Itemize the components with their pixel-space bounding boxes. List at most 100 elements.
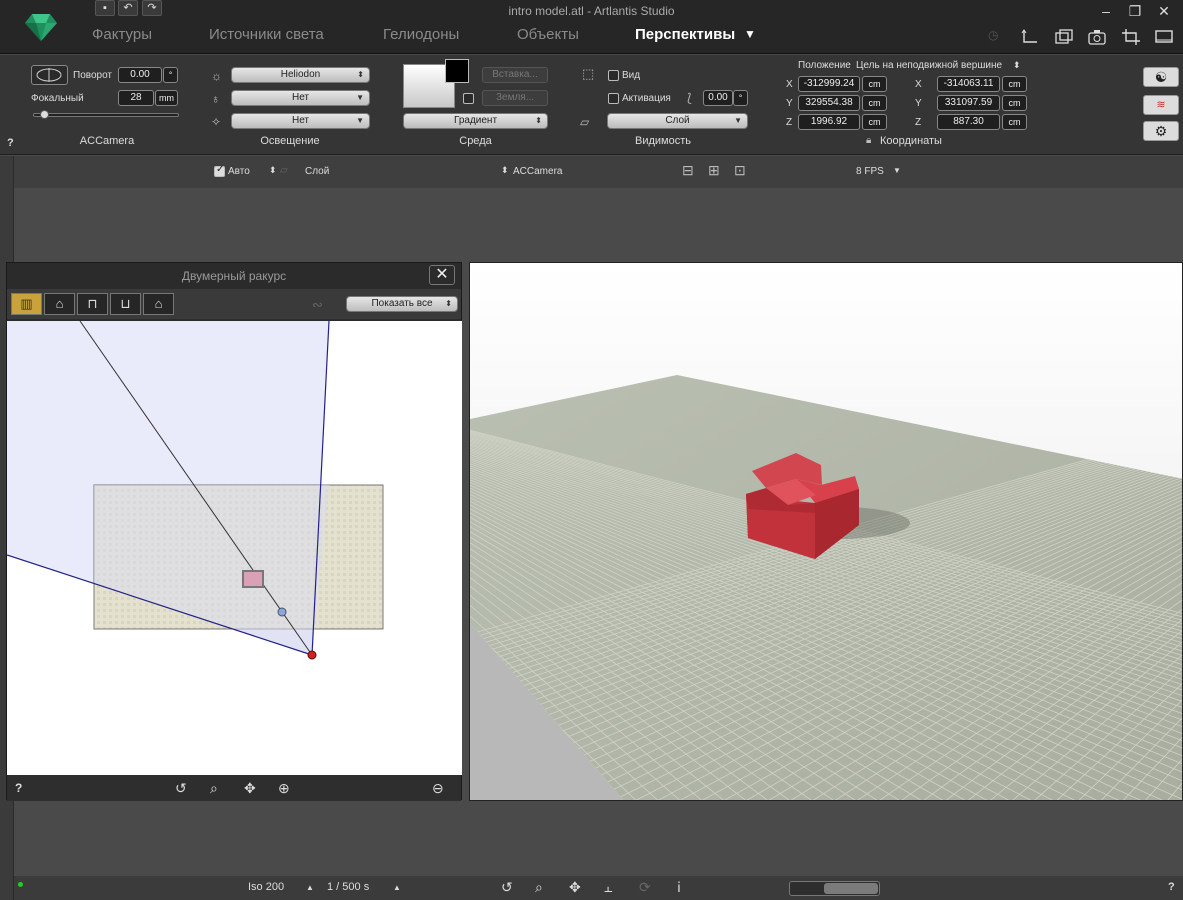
help-icon[interactable]: ?: [15, 781, 22, 795]
rotation-field[interactable]: 0.00: [118, 67, 162, 83]
shutter-value[interactable]: 1 / 500 s: [327, 881, 369, 893]
minimize-icon[interactable]: –: [1097, 2, 1115, 20]
progress-slider-thumb[interactable]: [824, 883, 878, 894]
armchair-marker[interactable]: [242, 570, 264, 588]
rendered-scene: [470, 263, 1182, 800]
color-palette-icon[interactable]: ≋: [1143, 95, 1179, 115]
pan-icon[interactable]: ✥: [244, 780, 256, 797]
axis-x-label: X: [915, 79, 922, 90]
show-all-dropdown[interactable]: Показать все ⬍: [346, 296, 458, 312]
axis-icon[interactable]: [1020, 28, 1040, 46]
layer-dropdown[interactable]: Слой ▼: [607, 113, 748, 129]
ground-button[interactable]: Земля...: [482, 90, 548, 106]
maximize-icon[interactable]: ❐: [1126, 2, 1144, 20]
target-x-field[interactable]: -314063.11: [937, 76, 1000, 92]
rotate-icon[interactable]: ↺: [501, 879, 513, 896]
pan-icon[interactable]: ✥: [569, 879, 581, 896]
close-icon[interactable]: ✕: [429, 265, 455, 285]
help-icon[interactable]: ?: [1168, 881, 1175, 893]
updown-icon: ⬍: [445, 299, 452, 308]
info-icon[interactable]: ⅰ: [677, 879, 681, 896]
gear-icon[interactable]: ⚙: [1143, 121, 1179, 141]
status-bar: Iso 200 ▲ 1 / 500 s ▲ ↺ ⌕ ✥ ⫠ ⟳ ⅰ ?: [14, 876, 1183, 900]
focal-slider[interactable]: [33, 110, 179, 119]
iso-value[interactable]: Iso 200: [248, 881, 284, 893]
position-x-field[interactable]: -312999.24: [798, 76, 860, 92]
chevron-down-icon: ▼: [356, 116, 364, 125]
tab-heliodons[interactable]: Гелиодоны: [383, 26, 459, 43]
chevron-down-icon[interactable]: ▼: [893, 166, 901, 175]
zoom-icon[interactable]: ⌕: [535, 879, 543, 896]
back-view-icon[interactable]: ⊔: [110, 293, 141, 315]
auto-checkbox[interactable]: [214, 164, 225, 177]
refresh-icon[interactable]: ⟳: [639, 879, 651, 896]
screen-icon[interactable]: [1154, 28, 1174, 46]
plan-drawing: [7, 321, 384, 660]
activation-checkbox[interactable]: [608, 93, 619, 104]
target-point[interactable]: [277, 607, 287, 617]
top-view-icon[interactable]: ▥: [11, 293, 42, 315]
rotate-view-icon[interactable]: [31, 65, 68, 85]
camera-point[interactable]: [307, 650, 317, 660]
close-icon[interactable]: ✕: [1155, 2, 1173, 20]
progress-slider[interactable]: [789, 881, 880, 896]
tab-textures[interactable]: Фактуры: [92, 26, 152, 43]
link-icon[interactable]: ∾: [312, 297, 323, 313]
layer-label[interactable]: Слой: [305, 166, 329, 177]
view-checkbox[interactable]: [608, 70, 619, 81]
inspector-panel: Поворот 0.00 ° Фокальный 28 mm ACCamera …: [0, 55, 1183, 155]
target-z-field[interactable]: 887.30: [937, 114, 1000, 130]
tab-perspectives[interactable]: Перспективы: [635, 26, 735, 43]
windows-icon[interactable]: [1054, 28, 1074, 46]
tab-objects[interactable]: Объекты: [517, 26, 579, 43]
focal-field[interactable]: 28: [118, 90, 154, 106]
horizon-icon[interactable]: ⊖: [432, 780, 444, 797]
foreground-swatch[interactable]: [445, 59, 469, 83]
camera-selector[interactable]: ACCamera: [513, 166, 562, 177]
background-dropdown[interactable]: Градиент ⬍: [403, 113, 548, 129]
light1-dropdown[interactable]: Нет ▼: [231, 90, 370, 106]
position-z-field[interactable]: 1996.92: [798, 114, 860, 130]
plan-view-canvas[interactable]: [7, 321, 462, 775]
view-layout-3-icon[interactable]: ⊡: [734, 162, 746, 179]
chevron-up-icon[interactable]: ▲: [306, 883, 314, 892]
position-y-unit: cm: [862, 95, 887, 111]
status-led-icon: [18, 882, 23, 887]
lock-icon[interactable]: 🔒︎: [866, 135, 871, 147]
rotation-label: Поворот: [73, 70, 112, 81]
tab-lights[interactable]: Источники света: [209, 26, 324, 43]
zoom-fit-icon[interactable]: ⊕: [278, 780, 290, 797]
insert-button[interactable]: Вставка...: [482, 67, 548, 83]
auto-label: Авто: [228, 166, 250, 177]
render-viewport[interactable]: [469, 262, 1183, 801]
zoom-icon[interactable]: ⌕: [210, 780, 218, 797]
updown-icon[interactable]: ⬍: [1013, 60, 1021, 71]
tab-menu-arrow-icon[interactable]: ▼: [744, 27, 756, 41]
front-view-icon[interactable]: ⌂: [44, 293, 75, 315]
chevron-up-icon[interactable]: ▲: [393, 883, 401, 892]
walk-icon[interactable]: ⫠: [604, 879, 612, 896]
target-y-field[interactable]: 331097.59: [937, 95, 1000, 111]
axis-x-label: X: [786, 79, 793, 90]
clock-icon[interactable]: ◷: [988, 28, 1008, 46]
rotate-icon[interactable]: ↺: [175, 780, 187, 797]
focal-slider-handle[interactable]: [40, 110, 49, 119]
updown-icon[interactable]: ⬍: [269, 165, 277, 176]
left-view-icon[interactable]: ⌂: [143, 293, 174, 315]
render-settings-icon[interactable]: ☯: [1143, 67, 1179, 87]
light2-dropdown[interactable]: Нет ▼: [231, 113, 370, 129]
camera-icon[interactable]: [1087, 28, 1107, 46]
updown-icon[interactable]: ⬍: [501, 165, 509, 176]
right-view-icon[interactable]: ⊓: [77, 293, 108, 315]
heliodon-dropdown[interactable]: Heliodon ⬍: [231, 67, 370, 83]
activation-field[interactable]: 0.00: [703, 90, 733, 106]
fps-indicator[interactable]: 8 FPS: [856, 166, 884, 177]
view-layout-2-icon[interactable]: ⊞: [708, 162, 720, 179]
ground-checkbox[interactable]: [463, 93, 474, 104]
lighting-section-label: Освещение: [260, 135, 320, 147]
view-layout-1-icon[interactable]: ⊟: [682, 162, 694, 179]
position-y-field[interactable]: 329554.38: [798, 95, 860, 111]
help-icon[interactable]: ?: [7, 137, 14, 149]
crop-icon[interactable]: [1121, 28, 1141, 46]
frame-icon: ⬚: [582, 66, 595, 81]
